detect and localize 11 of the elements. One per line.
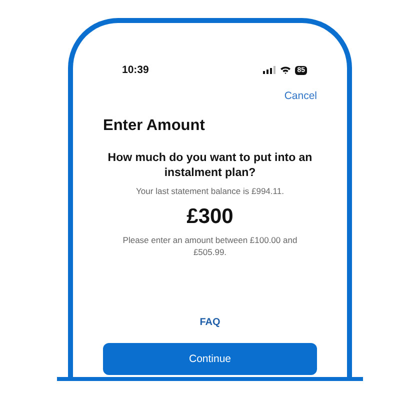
amount-value[interactable]: £300 <box>186 205 234 229</box>
question-text: How much do you want to put into an instalment plan? <box>106 151 314 181</box>
balance-note: Your last statement balance is £994.11. <box>135 185 285 197</box>
continue-button[interactable]: Continue <box>103 343 317 375</box>
page-title: Enter Amount <box>103 117 206 135</box>
status-time: 10:39 <box>122 64 149 76</box>
range-note: Please enter an amount between £100.00 and £505.99. <box>122 234 298 258</box>
cancel-link[interactable]: Cancel <box>284 90 317 102</box>
wifi-icon <box>280 66 292 74</box>
faq-link[interactable]: FAQ <box>200 317 220 328</box>
signal-icon <box>263 66 276 74</box>
